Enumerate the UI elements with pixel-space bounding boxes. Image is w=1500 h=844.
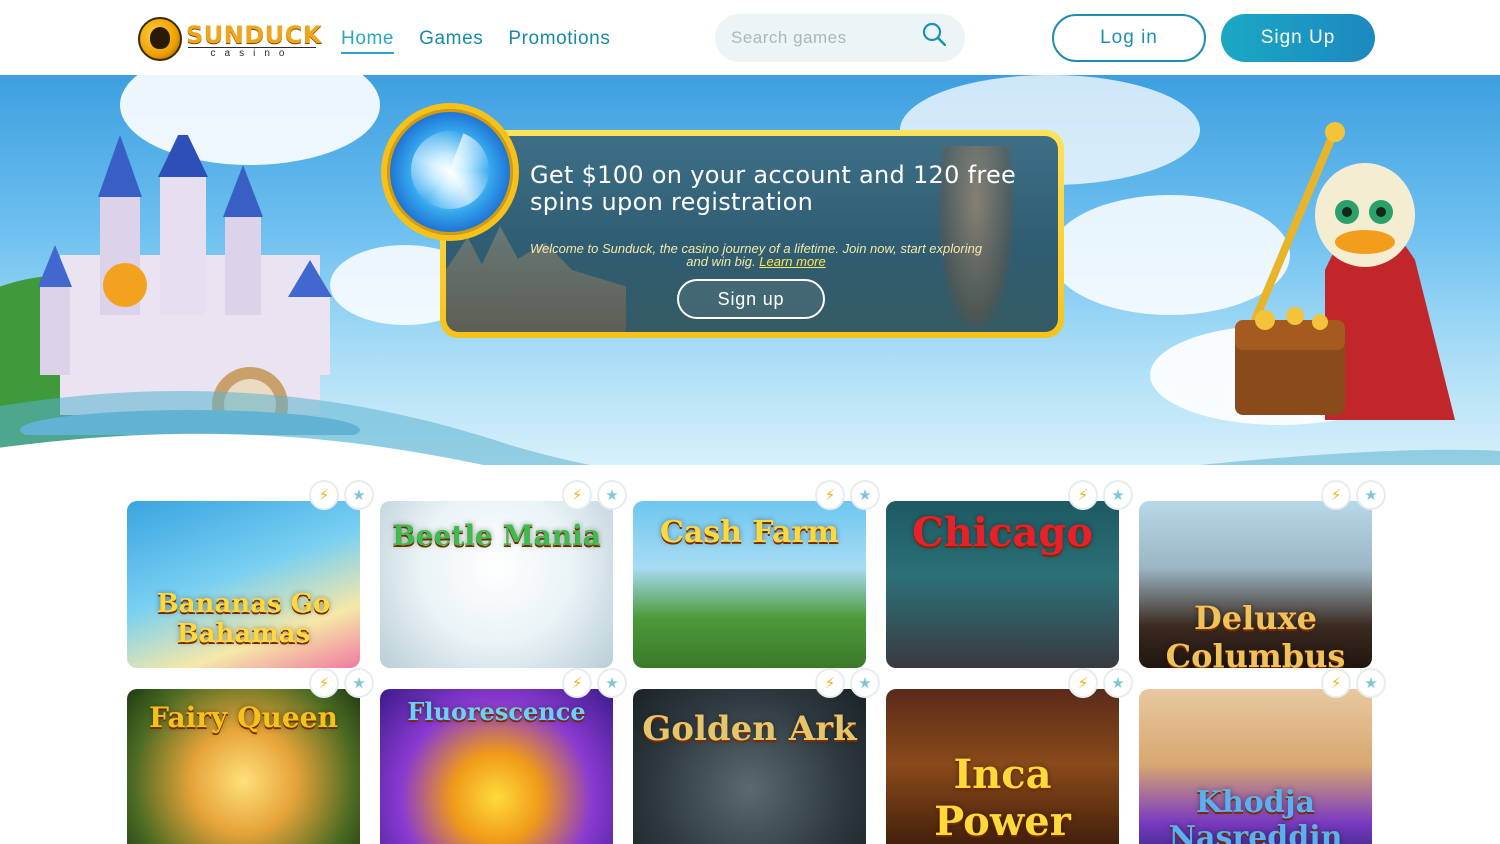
game-thumbnail[interactable]: Cash Farm (633, 501, 866, 668)
lightning-icon[interactable]: ⚡ (1321, 668, 1351, 698)
game-card[interactable]: Fairy Queen ⚡ ★ (127, 668, 374, 844)
wave-divider (0, 391, 1500, 465)
star-icon[interactable]: ★ (1356, 668, 1386, 698)
game-title: Inca Power (934, 751, 1071, 844)
game-card[interactable]: Fluorescence ⚡ ★ (380, 668, 627, 844)
learn-more-link[interactable]: Learn more (759, 254, 825, 269)
game-card[interactable]: Cash Farm ⚡ ★ (633, 480, 880, 668)
star-icon[interactable]: ★ (597, 480, 627, 510)
logo-text: SUNDUCK (186, 21, 322, 49)
game-thumbnail[interactable]: Beetle Mania (380, 501, 613, 668)
lightning-icon[interactable]: ⚡ (1321, 480, 1351, 510)
game-title: Bananas Go Bahamas (156, 589, 331, 649)
promo-title: Get $100 on your account and 120 free sp… (530, 161, 1017, 216)
nav-home[interactable]: Home (341, 28, 395, 54)
game-thumbnail[interactable]: Fluorescence (380, 689, 613, 844)
game-title: Chicago (911, 509, 1094, 556)
game-card[interactable]: Bananas Go Bahamas ⚡ ★ (127, 480, 374, 668)
promo-description-text: Welcome to Sunduck, the casino journey o… (529, 241, 983, 269)
promo-signup-button[interactable]: Sign up (677, 279, 825, 319)
sunduck-logo[interactable]: SUNDUCK casino (138, 17, 321, 63)
game-thumbnail[interactable]: Bananas Go Bahamas (127, 501, 360, 668)
lightning-icon[interactable]: ⚡ (309, 668, 339, 698)
star-icon[interactable]: ★ (850, 480, 880, 510)
promo-card: Get $100 on your account and 120 free sp… (440, 130, 1064, 338)
main-nav: Home Games Promotions (341, 28, 610, 54)
star-icon[interactable]: ★ (1103, 668, 1133, 698)
lightning-icon[interactable]: ⚡ (562, 668, 592, 698)
game-thumbnail[interactable]: Golden Ark (633, 689, 866, 844)
signup-button[interactable]: Sign Up (1221, 14, 1375, 62)
game-card[interactable]: Inca Power ⚡ ★ (886, 668, 1133, 844)
lightning-icon[interactable]: ⚡ (1068, 480, 1098, 510)
star-icon[interactable]: ★ (597, 668, 627, 698)
lightning-icon[interactable]: ⚡ (815, 668, 845, 698)
lightning-icon[interactable]: ⚡ (1068, 668, 1098, 698)
login-button[interactable]: Log in (1052, 14, 1206, 62)
promo-description: Welcome to Sunduck, the casino journey o… (526, 242, 986, 268)
promo-card-background: Get $100 on your account and 120 free sp… (446, 136, 1058, 332)
game-card[interactable]: Golden Ark ⚡ ★ (633, 668, 880, 844)
duck-logo-icon (138, 17, 182, 61)
game-title: Cash Farm (659, 515, 840, 550)
star-icon[interactable]: ★ (1356, 480, 1386, 510)
hero-banner: Get $100 on your account and 120 free sp… (0, 75, 1500, 465)
diamond-gem-icon (381, 103, 519, 241)
game-title: Fairy Queen (149, 701, 338, 734)
nav-promotions[interactable]: Promotions (508, 28, 610, 54)
game-title: Fluorescence (407, 697, 586, 726)
game-thumbnail[interactable]: Khodja Nasreddin (1139, 689, 1372, 844)
nav-games[interactable]: Games (419, 28, 483, 54)
game-title: Beetle Mania (392, 519, 601, 552)
game-title: Khodja Nasreddin (1168, 785, 1343, 844)
search-icon[interactable] (922, 22, 946, 46)
search-input[interactable] (731, 26, 921, 50)
game-card[interactable]: Khodja Nasreddin ⚡ ★ (1139, 668, 1386, 844)
game-thumbnail[interactable]: Chicago (886, 501, 1119, 668)
game-thumbnail[interactable]: Inca Power (886, 689, 1119, 844)
game-thumbnail[interactable]: Deluxe Columbus (1139, 501, 1372, 668)
game-card[interactable]: Beetle Mania ⚡ ★ (380, 480, 627, 668)
lightning-icon[interactable]: ⚡ (562, 480, 592, 510)
logo-subtext: casino (188, 47, 316, 60)
game-thumbnail[interactable]: Fairy Queen (127, 689, 360, 844)
game-card[interactable]: Chicago ⚡ ★ (886, 480, 1133, 668)
game-title: Golden Ark (642, 709, 857, 749)
game-card[interactable]: Deluxe Columbus ⚡ ★ (1139, 480, 1386, 668)
star-icon[interactable]: ★ (850, 668, 880, 698)
site-header: SUNDUCK casino Home Games Promotions Log… (0, 0, 1500, 75)
lightning-icon[interactable]: ⚡ (815, 480, 845, 510)
star-icon[interactable]: ★ (1103, 480, 1133, 510)
game-title: Deluxe Columbus (1165, 599, 1346, 668)
star-icon[interactable]: ★ (344, 480, 374, 510)
star-icon[interactable]: ★ (344, 668, 374, 698)
lightning-icon[interactable]: ⚡ (309, 480, 339, 510)
